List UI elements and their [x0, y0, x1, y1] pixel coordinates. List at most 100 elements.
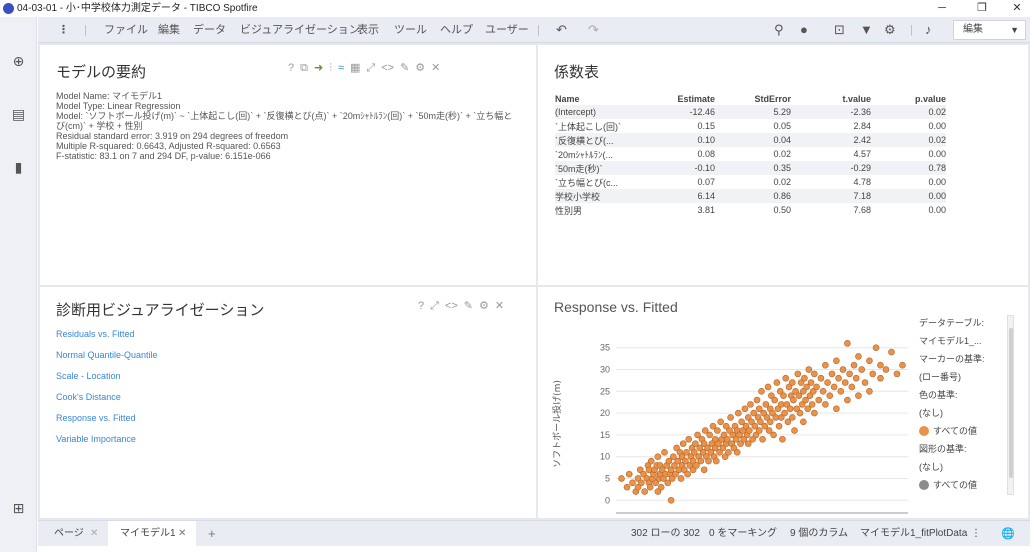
chart-icon[interactable]: ⫶: [329, 62, 332, 75]
data-point[interactable]: [839, 366, 847, 373]
data-point[interactable]: [822, 361, 829, 369]
help-icon[interactable]: ?: [418, 300, 424, 312]
data-point[interactable]: [833, 357, 840, 365]
data-point[interactable]: [641, 488, 648, 495]
column-header[interactable]: Name: [555, 92, 645, 105]
link-response-vs-fitted[interactable]: Response vs. Fitted: [56, 408, 158, 429]
data-point[interactable]: [807, 379, 815, 386]
data-point[interactable]: [667, 496, 675, 504]
data-point[interactable]: [781, 409, 788, 417]
notification-bell-icon[interactable]: ♪: [925, 17, 932, 43]
table-row[interactable]: `立ち幅とび(c... 0.07 0.02 4.78 0.00: [555, 175, 946, 189]
data-point[interactable]: [685, 435, 693, 443]
table-row[interactable]: (Intercept) -12.46 5.29 -2.36 0.02: [555, 105, 946, 119]
scatter-plot[interactable]: 0510152025303546810121416182022242628Fit…: [538, 287, 918, 518]
tab-model[interactable]: マイモデル1 ✕: [108, 521, 196, 547]
data-point[interactable]: [852, 374, 860, 382]
data-point[interactable]: [789, 379, 796, 386]
data-point[interactable]: [638, 479, 645, 487]
menu-data[interactable]: データ: [193, 17, 226, 43]
data-point[interactable]: [833, 405, 840, 413]
data-point[interactable]: [888, 348, 895, 356]
data-point[interactable]: [782, 374, 789, 382]
menu-file[interactable]: ファイル: [104, 17, 148, 43]
globe-icon[interactable]: 🌐: [1001, 521, 1015, 547]
data-point[interactable]: [789, 414, 796, 421]
data-point[interactable]: [654, 453, 662, 460]
menu-visualization[interactable]: ビジュアライゼーション: [240, 17, 360, 43]
menu-help[interactable]: ヘルプ: [440, 17, 473, 43]
active-table[interactable]: マイモデル1_fitPlotData: [860, 521, 967, 547]
data-point[interactable]: [794, 370, 802, 378]
settings-icon[interactable]: ⚙: [415, 61, 425, 74]
data-point[interactable]: [646, 483, 654, 491]
data-point[interactable]: [877, 361, 884, 369]
data-point[interactable]: [705, 457, 712, 465]
data-point[interactable]: [777, 401, 785, 408]
data-point[interactable]: [746, 427, 753, 434]
redo-icon[interactable]: ↷: [588, 17, 599, 43]
calculator-icon[interactable]: ▦: [350, 61, 360, 74]
expand-icon[interactable]: ⤢: [366, 62, 375, 75]
data-point[interactable]: [618, 475, 625, 482]
data-point[interactable]: [855, 353, 862, 360]
settings-icon[interactable]: ⚙: [479, 299, 489, 312]
table-row[interactable]: `上体起こし(回)` 0.15 0.05 2.84 0.00: [555, 119, 946, 133]
column-header[interactable]: t.value: [791, 92, 871, 105]
data-point[interactable]: [766, 418, 774, 426]
restore-button[interactable]: ❐: [969, 0, 995, 17]
data-point[interactable]: [629, 479, 636, 487]
collaboration-icon[interactable]: ●: [800, 17, 808, 43]
link-residuals-vs-fitted[interactable]: Residuals vs. Fitted: [56, 324, 158, 345]
link-cooks-distance[interactable]: Cook's Distance: [56, 387, 158, 408]
data-point[interactable]: [899, 361, 906, 369]
legend-color-value[interactable]: (なし): [919, 404, 999, 422]
menu-user[interactable]: ユーザー: [485, 17, 529, 43]
data-point[interactable]: [861, 379, 869, 386]
data-point[interactable]: [822, 401, 829, 408]
data-point[interactable]: [706, 431, 713, 439]
copy-icon[interactable]: ⧉: [300, 62, 308, 75]
column-header[interactable]: p.value: [871, 92, 946, 105]
data-point[interactable]: [661, 449, 668, 456]
data-point[interactable]: [725, 449, 732, 456]
data-point[interactable]: [800, 418, 807, 426]
data-point[interactable]: [747, 401, 754, 408]
data-point[interactable]: [828, 370, 836, 378]
link-scale-location[interactable]: Scale - Location: [56, 366, 158, 387]
gear-icon[interactable]: ⚙: [884, 17, 896, 43]
add-circle-icon[interactable]: ⊕: [10, 53, 27, 70]
data-point[interactable]: [735, 409, 742, 417]
data-point[interactable]: [679, 440, 687, 447]
bookmark-icon[interactable]: ⊡: [834, 17, 845, 43]
trend-icon[interactable]: ≈: [338, 62, 344, 74]
column-header[interactable]: Estimate: [645, 92, 715, 105]
data-point[interactable]: [858, 366, 866, 373]
data-point[interactable]: [796, 409, 804, 417]
close-button[interactable]: ✕: [1004, 0, 1030, 17]
data-point[interactable]: [625, 470, 633, 478]
data-point[interactable]: [773, 379, 781, 386]
menu-kebab-icon[interactable]: ⋮: [58, 17, 69, 43]
data-point[interactable]: [623, 483, 631, 491]
more-icon[interactable]: ⋮: [971, 521, 981, 547]
data-point[interactable]: [647, 457, 655, 465]
data-point[interactable]: [844, 396, 851, 404]
menu-tools[interactable]: ツール: [394, 17, 427, 43]
data-point[interactable]: [893, 370, 901, 378]
table-row[interactable]: 性別男 3.81 0.50 7.68 0.00: [555, 203, 946, 217]
legend-shape-value[interactable]: (なし): [919, 458, 999, 476]
data-point[interactable]: [846, 370, 853, 378]
close-icon[interactable]: ✕: [90, 521, 98, 547]
data-point[interactable]: [817, 374, 825, 382]
expand-icon[interactable]: ⤢: [430, 300, 439, 313]
data-point[interactable]: [869, 370, 877, 378]
link-variable-importance[interactable]: Variable Importance: [56, 429, 158, 450]
search-icon[interactable]: ⚲: [774, 17, 784, 43]
link-normal-qq[interactable]: Normal Quantile-Quantile: [56, 345, 158, 366]
data-panel-icon[interactable]: ▤: [10, 106, 27, 123]
data-point[interactable]: [844, 340, 851, 347]
data-point[interactable]: [815, 396, 823, 404]
data-point[interactable]: [714, 427, 721, 434]
data-point[interactable]: [791, 427, 798, 434]
